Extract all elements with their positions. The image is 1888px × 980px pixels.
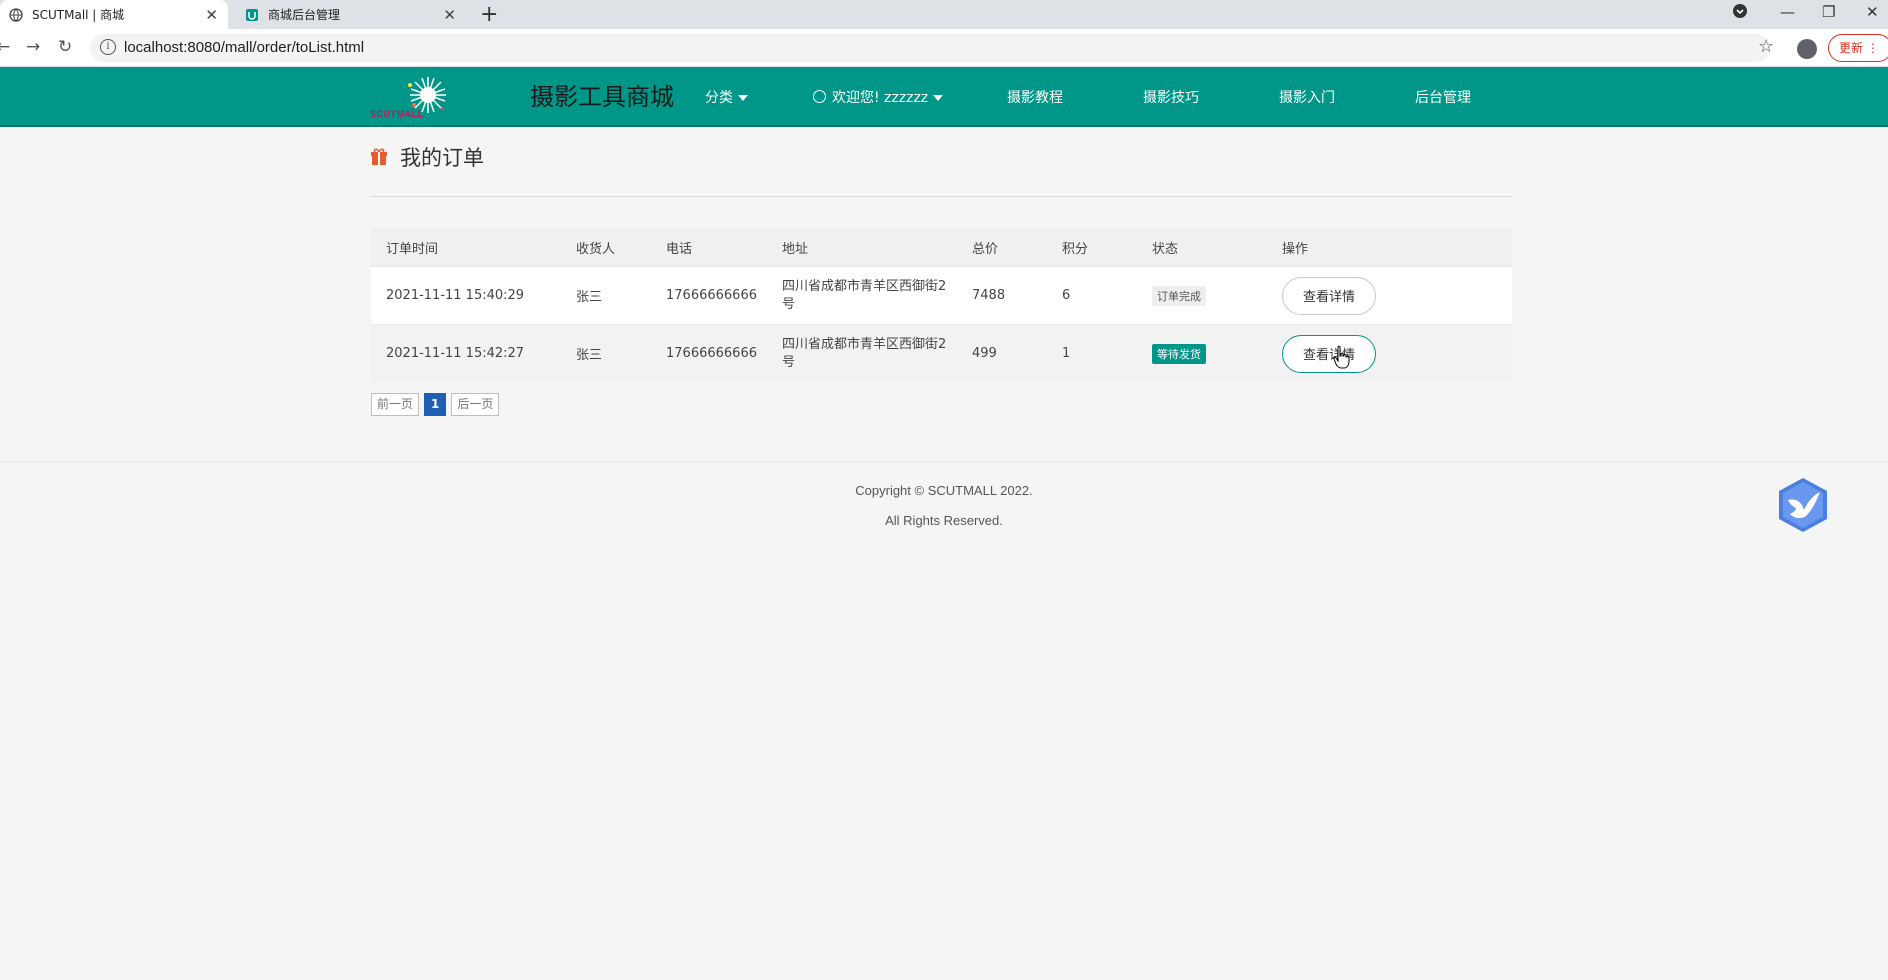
col-header-receiver: 收货人 xyxy=(576,241,616,257)
prev-page-button[interactable]: 前一页 xyxy=(371,393,420,416)
browser-tab-admin[interactable]: 商城后台管理 ✕ xyxy=(236,0,466,29)
order-total: 7488 xyxy=(972,288,1006,303)
col-header-address: 地址 xyxy=(782,241,809,257)
reload-icon[interactable]: ↻ xyxy=(58,37,72,57)
order-receiver: 张三 xyxy=(576,290,603,305)
close-tab-icon[interactable]: ✕ xyxy=(443,6,456,24)
order-points: 1 xyxy=(1062,346,1071,361)
new-tab-icon[interactable]: + xyxy=(480,2,498,27)
pagination: 前一页 1 后一页 xyxy=(371,393,504,416)
order-time: 2021-11-11 15:42:27 xyxy=(386,346,525,361)
page-title: 我的订单 xyxy=(400,146,484,170)
address-bar[interactable]: i localhost:8080/mall/order/toList.html xyxy=(90,34,1770,62)
browser-tab-title: SCUTMall | 商城 xyxy=(32,8,125,22)
col-header-points: 积分 xyxy=(1062,241,1089,257)
browser-tab-bar: SCUTMall | 商城 ✕ 商城后台管理 ✕ + — ❐ ✕ xyxy=(0,0,1888,29)
browser-toolbar: ← → ↻ i localhost:8080/mall/order/toList… xyxy=(0,29,1888,67)
footer-rights: All Rights Reserved. xyxy=(885,513,1003,528)
footer-divider xyxy=(0,461,1888,462)
site-title: 摄影工具商城 xyxy=(530,83,674,111)
nav-category[interactable]: 分类 xyxy=(705,87,748,107)
browser-tab-title: 商城后台管理 xyxy=(268,8,341,22)
bookmark-star-icon[interactable]: ☆ xyxy=(1758,36,1774,57)
back-icon[interactable]: ← xyxy=(0,37,10,57)
next-page-button[interactable]: 后一页 xyxy=(451,393,500,416)
logo-text: SCUTMALL xyxy=(370,109,424,119)
caret-down-icon xyxy=(738,95,748,101)
profile-avatar-icon[interactable] xyxy=(1797,39,1817,59)
nav-intro[interactable]: 摄影入门 xyxy=(1279,87,1335,107)
divider xyxy=(371,196,1512,197)
restore-icon[interactable]: ❐ xyxy=(1822,3,1835,21)
order-receiver: 张三 xyxy=(576,348,603,363)
page-heading: 我的订单 xyxy=(370,142,484,172)
site-info-icon[interactable]: i xyxy=(100,39,116,55)
footer: Copyright © SCUTMALL 2022. All Rights Re… xyxy=(0,476,1888,536)
view-details-button[interactable]: 查看详情 xyxy=(1282,276,1376,315)
admin-favicon-icon xyxy=(244,7,260,23)
current-page-button[interactable]: 1 xyxy=(424,393,447,416)
minimize-icon[interactable]: — xyxy=(1780,3,1795,21)
gift-icon xyxy=(371,148,387,165)
close-window-icon[interactable]: ✕ xyxy=(1866,3,1879,21)
order-address: 四川省成都市青羊区西御街2号 xyxy=(782,336,947,370)
site-header: SCUTMALL 摄影工具商城 分类 欢迎您! zzzzzz 摄影教程 摄影技巧… xyxy=(0,67,1888,127)
order-phone: 17666666666 xyxy=(666,346,757,361)
nav-skills[interactable]: 摄影技巧 xyxy=(1143,87,1199,107)
order-address: 四川省成都市青羊区西御街2号 xyxy=(782,278,947,312)
globe-icon xyxy=(8,7,24,23)
order-time: 2021-11-11 15:40:29 xyxy=(386,288,525,303)
table-row: 2021-11-11 15:40:29 张三 17666666666 四川省成都… xyxy=(371,266,1512,324)
browser-tab-scutmall[interactable]: SCUTMall | 商城 ✕ xyxy=(0,0,228,29)
col-header-time: 订单时间 xyxy=(386,241,439,257)
footer-copyright: Copyright © SCUTMALL 2022. xyxy=(855,483,1033,498)
col-header-total: 总价 xyxy=(972,241,999,257)
mouse-cursor-icon xyxy=(1333,345,1350,369)
col-header-action: 操作 xyxy=(1282,241,1309,257)
tab-search-icon[interactable] xyxy=(1732,3,1748,23)
status-badge: 等待发货 xyxy=(1152,343,1206,364)
user-icon xyxy=(813,90,826,103)
caret-down-icon xyxy=(933,95,944,101)
col-header-phone: 电话 xyxy=(666,241,693,257)
order-points: 6 xyxy=(1062,288,1071,303)
col-header-status: 状态 xyxy=(1152,241,1179,257)
status-badge: 订单完成 xyxy=(1152,285,1206,306)
order-phone: 17666666666 xyxy=(666,288,757,303)
update-button[interactable]: 更新 ⋮ xyxy=(1828,34,1888,62)
nav-admin[interactable]: 后台管理 xyxy=(1415,87,1471,107)
url-text: localhost:8080/mall/order/toList.html xyxy=(124,39,365,56)
close-tab-icon[interactable]: ✕ xyxy=(205,6,218,24)
site-logo[interactable]: SCUTMALL xyxy=(370,75,452,119)
nav-tutorial[interactable]: 摄影教程 xyxy=(1007,87,1063,107)
view-details-button[interactable]: 查看详情 xyxy=(1282,334,1376,373)
order-total: 499 xyxy=(972,346,997,361)
floating-bird-icon[interactable] xyxy=(1776,476,1830,534)
nav-user-menu[interactable]: 欢迎您! zzzzzz xyxy=(813,87,944,107)
table-header-row: 订单时间 收货人 电话 地址 总价 积分 状态 操作 xyxy=(371,228,1512,266)
forward-icon[interactable]: → xyxy=(26,37,40,57)
